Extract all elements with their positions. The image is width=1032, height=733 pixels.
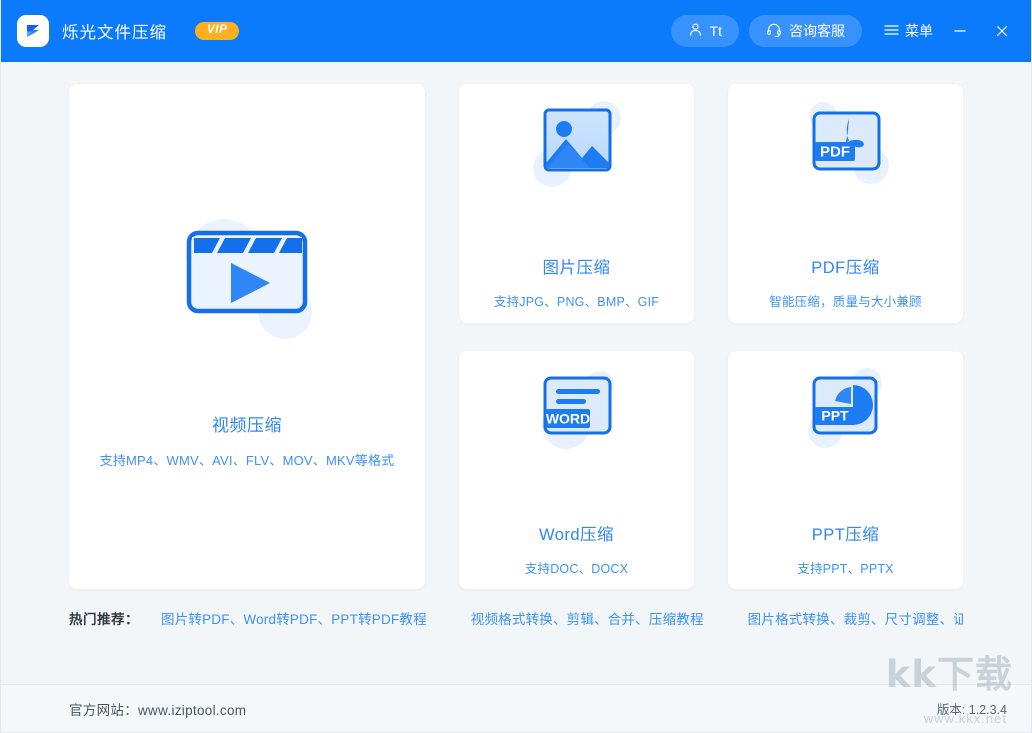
title-bar: 烁光文件压缩 VIP Tt xyxy=(1,0,1031,62)
version-text: 版本: 1.2.3.4 xyxy=(937,699,1007,718)
hamburger-icon xyxy=(884,23,899,39)
card-title: Word压缩 xyxy=(539,521,614,545)
row-top: 图片压缩 支持JPG、PNG、BMP、GIF PD xyxy=(459,84,963,323)
app-window: 烁光文件压缩 VIP Tt xyxy=(0,0,1032,733)
card-word-compress[interactable]: WORD Word压缩 支持DOC、DOCX xyxy=(459,351,694,590)
app-logo-icon xyxy=(17,15,49,47)
account-label: Tt xyxy=(710,23,722,39)
card-title: PPT压缩 xyxy=(812,521,880,545)
menu-button[interactable]: 菜单 xyxy=(884,21,933,41)
card-title: 图片压缩 xyxy=(543,254,611,278)
tool-grid: 视频压缩 支持MP4、WMV、AVI、FLV、MOV、MKV等格式 xyxy=(69,84,963,589)
app-title: 烁光文件压缩 xyxy=(62,19,167,43)
vip-badge[interactable]: VIP xyxy=(195,22,239,41)
card-ppt-compress[interactable]: PPT PPT压缩 支持PPT、PPTX xyxy=(728,351,963,590)
support-button[interactable]: 咨询客服 xyxy=(749,15,862,47)
recommend-link-2[interactable]: 视频格式转换、剪辑、合并、压缩教程 xyxy=(471,608,704,628)
card-desc: 支持PPT、PPTX xyxy=(797,558,893,577)
card-desc: 支持DOC、DOCX xyxy=(525,558,628,577)
titlebar-actions: Tt 咨询客服 xyxy=(671,15,1017,47)
word-compress-icon: WORD xyxy=(522,363,632,459)
minimize-icon xyxy=(953,24,967,38)
card-pdf-compress[interactable]: PDF PDF压缩 智能压缩，质量与大小兼顾 xyxy=(728,84,963,323)
svg-text:WORD: WORD xyxy=(545,410,589,426)
ppt-compress-icon: PPT xyxy=(791,363,901,459)
support-label: 咨询客服 xyxy=(789,21,845,41)
close-icon xyxy=(995,24,1009,38)
card-desc: 支持MP4、WMV、AVI、FLV、MOV、MKV等格式 xyxy=(100,450,395,469)
pdf-compress-icon: PDF xyxy=(791,96,901,192)
right-columns: 图片压缩 支持JPG、PNG、BMP、GIF PD xyxy=(459,84,963,589)
footer-bar: 官方网站：www.iziptool.com 版本: 1.2.3.4 xyxy=(1,684,1031,732)
video-column: 视频压缩 支持MP4、WMV、AVI、FLV、MOV、MKV等格式 xyxy=(69,84,425,589)
video-compress-icon xyxy=(152,205,342,355)
recommend-label: 热门推荐： xyxy=(69,608,139,628)
card-video-compress[interactable]: 视频压缩 支持MP4、WMV、AVI、FLV、MOV、MKV等格式 xyxy=(69,84,425,589)
official-site-text: 官方网站：www.iziptool.com xyxy=(69,699,246,719)
headset-icon xyxy=(766,22,782,41)
recommend-bar: 热门推荐： 图片转PDF、Word转PDF、PPT转PDF教程 视频格式转换、剪… xyxy=(69,589,963,647)
card-image-compress[interactable]: 图片压缩 支持JPG、PNG、BMP、GIF xyxy=(459,84,694,323)
brand-area: 烁光文件压缩 VIP xyxy=(17,15,239,47)
main-content: 视频压缩 支持MP4、WMV、AVI、FLV、MOV、MKV等格式 xyxy=(1,62,1031,684)
account-button[interactable]: Tt xyxy=(671,15,739,47)
minimize-button[interactable] xyxy=(945,16,975,46)
card-title: PDF压缩 xyxy=(811,254,880,278)
card-desc: 智能压缩，质量与大小兼顾 xyxy=(769,291,921,310)
recommend-link-1[interactable]: 图片转PDF、Word转PDF、PPT转PDF教程 xyxy=(161,608,427,628)
card-desc: 支持JPG、PNG、BMP、GIF xyxy=(494,291,659,310)
recommend-link-3[interactable]: 图片格式转换、裁剪、尺寸调整、证件照大小调整 xyxy=(748,608,963,628)
close-button[interactable] xyxy=(987,16,1017,46)
image-compress-icon xyxy=(522,96,632,192)
svg-text:PDF: PDF xyxy=(820,144,850,161)
card-title: 视频压缩 xyxy=(212,411,282,436)
user-icon xyxy=(688,22,703,40)
row-bottom: WORD Word压缩 支持DOC、DOCX xyxy=(459,351,963,590)
menu-label: 菜单 xyxy=(905,21,933,41)
svg-text:PPT: PPT xyxy=(821,407,849,423)
